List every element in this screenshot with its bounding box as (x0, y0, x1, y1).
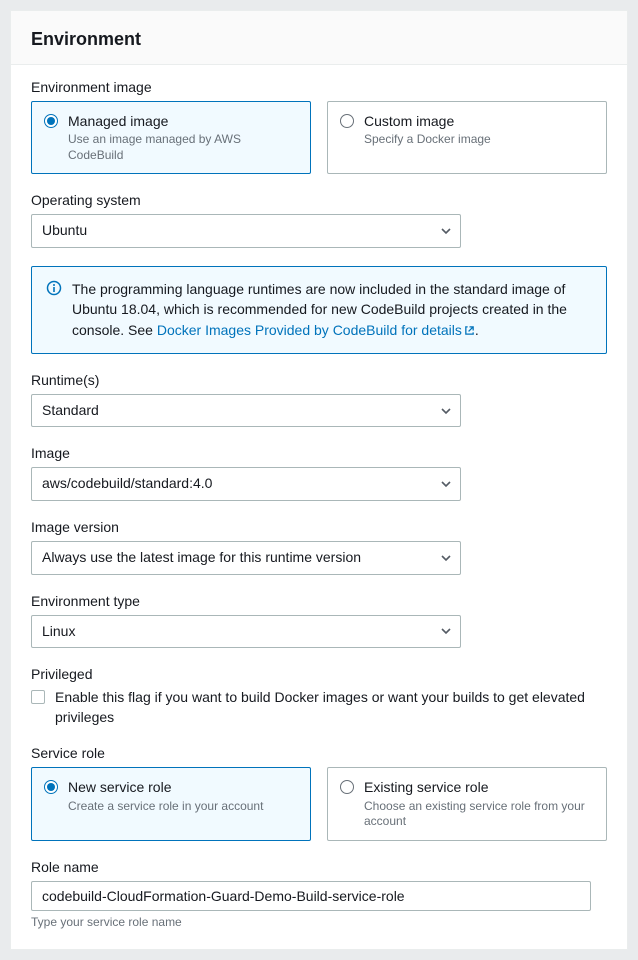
environment-type-section: Environment type Linux (31, 593, 607, 649)
environment-type-label: Environment type (31, 593, 607, 609)
environment-type-select[interactable]: Linux (31, 615, 461, 649)
panel-body: Environment image Managed image Use an i… (11, 65, 627, 949)
info-icon (46, 280, 62, 299)
runtime-info-box: The programming language runtimes are no… (31, 266, 607, 354)
environment-image-label: Environment image (31, 79, 607, 95)
existing-service-role-option[interactable]: Existing service role Choose an existing… (327, 767, 607, 840)
service-role-options: New service role Create a service role i… (31, 767, 607, 840)
custom-image-option[interactable]: Custom image Specify a Docker image (327, 101, 607, 174)
managed-image-option[interactable]: Managed image Use an image managed by AW… (31, 101, 311, 174)
option-subtitle: Choose an existing service role from you… (364, 799, 594, 830)
option-title: New service role (68, 778, 263, 796)
radio-icon (44, 780, 58, 794)
operating-system-select[interactable]: Ubuntu (31, 214, 461, 248)
select-value: Linux (42, 623, 75, 639)
role-name-input[interactable] (31, 881, 591, 911)
environment-panel: Environment Environment image Managed im… (10, 10, 628, 950)
info-text: The programming language runtimes are no… (72, 279, 592, 341)
caret-down-icon (440, 405, 452, 417)
privileged-checkbox-label: Enable this flag if you want to build Do… (55, 688, 607, 727)
role-name-section: Role name Type your service role name (31, 859, 607, 929)
service-role-label: Service role (31, 745, 607, 761)
image-select[interactable]: aws/codebuild/standard:4.0 (31, 467, 461, 501)
select-value: aws/codebuild/standard:4.0 (42, 475, 212, 491)
caret-down-icon (440, 625, 452, 637)
radio-icon (340, 114, 354, 128)
option-subtitle: Create a service role in your account (68, 799, 263, 815)
option-title: Custom image (364, 112, 491, 130)
service-role-section: Service role New service role Create a s… (31, 745, 607, 840)
environment-image-section: Environment image Managed image Use an i… (31, 79, 607, 174)
role-name-hint: Type your service role name (31, 915, 607, 929)
image-version-section: Image version Always use the latest imag… (31, 519, 607, 575)
panel-title: Environment (31, 29, 607, 50)
operating-system-section: Operating system Ubuntu (31, 192, 607, 248)
image-version-label: Image version (31, 519, 607, 535)
runtimes-section: Runtime(s) Standard (31, 372, 607, 428)
option-subtitle: Specify a Docker image (364, 132, 491, 148)
image-section: Image aws/codebuild/standard:4.0 (31, 445, 607, 501)
option-title: Existing service role (364, 778, 594, 796)
select-value: Ubuntu (42, 222, 87, 238)
image-label: Image (31, 445, 607, 461)
new-service-role-option[interactable]: New service role Create a service role i… (31, 767, 311, 840)
panel-header: Environment (11, 11, 627, 65)
radio-icon (44, 114, 58, 128)
caret-down-icon (440, 478, 452, 490)
option-title: Managed image (68, 112, 298, 130)
role-name-label: Role name (31, 859, 607, 875)
runtimes-select[interactable]: Standard (31, 394, 461, 428)
option-subtitle: Use an image managed by AWS CodeBuild (68, 132, 298, 163)
caret-down-icon (440, 225, 452, 237)
external-link-icon (464, 323, 475, 339)
privileged-checkbox[interactable] (31, 690, 45, 704)
image-version-select[interactable]: Always use the latest image for this run… (31, 541, 461, 575)
operating-system-label: Operating system (31, 192, 607, 208)
runtimes-label: Runtime(s) (31, 372, 607, 388)
docker-images-link[interactable]: Docker Images Provided by CodeBuild for … (157, 322, 475, 338)
privileged-label: Privileged (31, 666, 607, 682)
select-value: Standard (42, 402, 99, 418)
caret-down-icon (440, 552, 452, 564)
select-value: Always use the latest image for this run… (42, 549, 361, 565)
radio-icon (340, 780, 354, 794)
environment-image-options: Managed image Use an image managed by AW… (31, 101, 607, 174)
privileged-section: Privileged Enable this flag if you want … (31, 666, 607, 727)
